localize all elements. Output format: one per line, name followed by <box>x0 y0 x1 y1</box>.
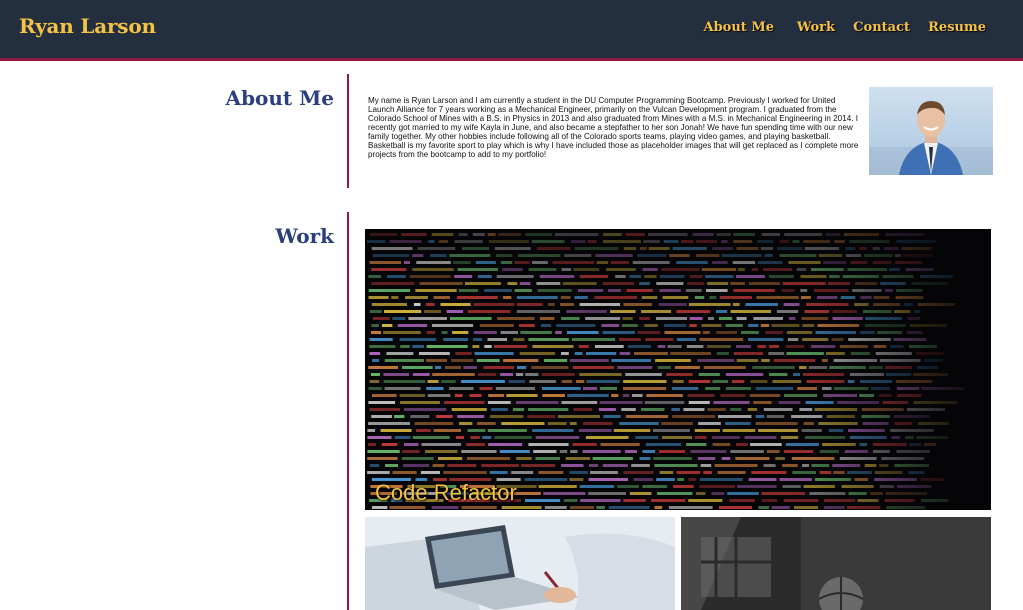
profile-photo <box>869 87 993 175</box>
site-header: Ryan Larson About Me Work Contact Resume <box>0 0 1023 61</box>
work-heading: Work <box>275 224 334 248</box>
featured-project-card[interactable]: Code Refactor <box>365 229 991 510</box>
basketball-image <box>681 517 991 610</box>
nav-link-resume[interactable]: Resume <box>928 20 986 35</box>
nav-link-work[interactable]: Work <box>797 20 835 35</box>
nav-link-contact[interactable]: Contact <box>853 20 910 35</box>
work-divider <box>347 212 349 610</box>
nav-link-about-me[interactable]: About Me <box>704 20 775 35</box>
about-divider <box>347 74 349 188</box>
site-brand[interactable]: Ryan Larson <box>19 14 156 38</box>
project-thumbnail-basketball[interactable] <box>681 517 991 610</box>
laptop-desk-image <box>365 517 675 610</box>
code-screen-image <box>365 229 991 510</box>
project-thumbnail-laptop[interactable] <box>365 517 675 610</box>
about-heading: About Me <box>225 86 334 110</box>
about-bio-text: My name is Ryan Larson and I am currentl… <box>368 96 859 159</box>
featured-project-title: Code Refactor <box>375 480 517 505</box>
person-portrait-icon <box>869 101 993 175</box>
